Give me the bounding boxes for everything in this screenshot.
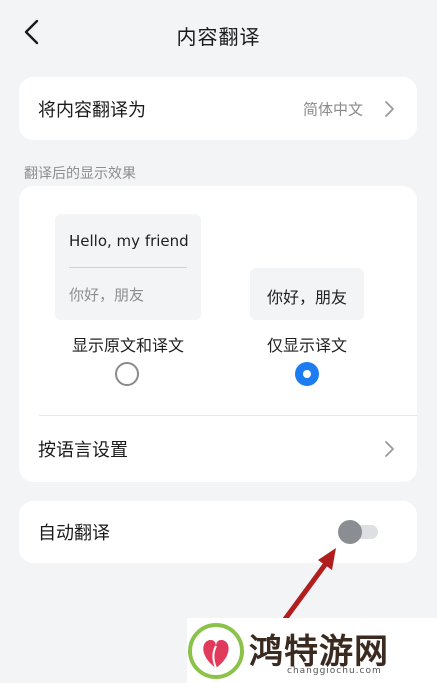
watermark-subtext: changgiochu.com — [287, 666, 382, 676]
display-options-card: Hello, my friend 你好，朋友 你好，朋友 显示原文和译文 仅显示… — [19, 186, 417, 482]
preview-divider — [69, 267, 187, 268]
preview-translation-text: 你好，朋友 — [69, 286, 145, 304]
option-both-label: 显示原文和译文 — [71, 336, 184, 355]
auto-translate-label: 自动翻译 — [38, 523, 110, 544]
language-settings-label: 按语言设置 — [38, 440, 128, 461]
translate-target-label: 将内容翻译为 — [38, 99, 146, 121]
chevron-right-icon — [385, 441, 394, 457]
option-both-radio[interactable] — [115, 362, 139, 386]
preview-both[interactable]: Hello, my friend 你好，朋友 — [55, 214, 201, 320]
option-translation-only-label: 仅显示译文 — [266, 336, 347, 355]
watermark: 鸿特游网 changgiochu.com — [187, 618, 437, 683]
translate-target-value: 简体中文 — [302, 100, 363, 118]
preview-translation-only[interactable]: 你好，朋友 — [250, 268, 364, 320]
page-title: 内容翻译 — [176, 25, 261, 49]
auto-translate-toggle[interactable] — [338, 520, 378, 544]
watermark-logo-icon — [188, 623, 244, 679]
chevron-right-icon — [385, 100, 394, 117]
annotation-arrow-icon — [277, 548, 336, 629]
header: 内容翻译 — [0, 0, 437, 66]
preview-original-text: Hello, my friend — [69, 232, 189, 250]
option-translation-only-radio[interactable] — [295, 362, 319, 386]
preview-translation-only-text: 你好，朋友 — [266, 288, 347, 307]
language-settings-row[interactable]: 按语言设置 — [19, 416, 417, 482]
translate-target-row[interactable]: 将内容翻译为 简体中文 — [19, 77, 417, 140]
display-section-title: 翻译后的显示效果 — [24, 166, 136, 182]
